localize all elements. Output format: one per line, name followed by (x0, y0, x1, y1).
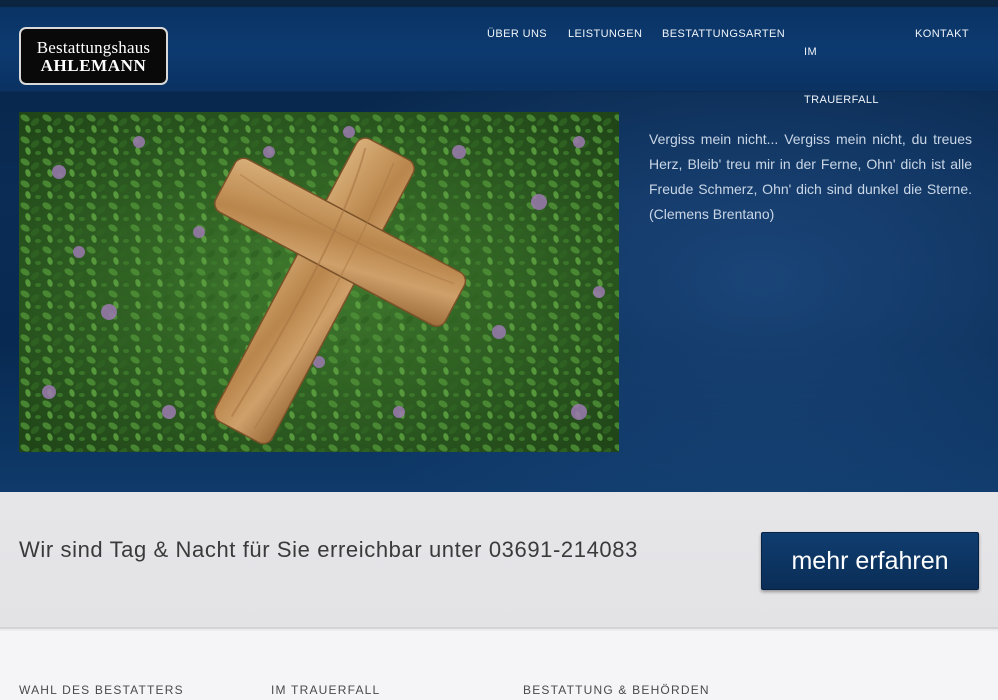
logo-line-1: Bestattungshaus (36, 38, 151, 57)
footer-heading-im-trauerfall: IM TRAUERFALL (271, 683, 381, 697)
footer-heading-bestattung-behoerden: BESTATTUNG & BEHÖRDEN (523, 683, 710, 697)
nav-ueber-uns[interactable]: ÜBER UNS (487, 28, 547, 40)
mehr-erfahren-button[interactable]: mehr erfahren (761, 532, 979, 590)
cross-on-thyme-image (19, 112, 619, 452)
footer-heading-wahl-des-bestatters: WAHL DES BESTATTERS (19, 683, 184, 697)
nav-kontakt[interactable]: KONTAKT (915, 28, 969, 40)
nav-bestattungsarten[interactable]: BESTATTUNGSARTEN (662, 28, 785, 40)
top-strip (0, 0, 998, 7)
logo-line-2: AHLEMANN (40, 56, 147, 75)
nav-im-trauerfall[interactable]: IM TRAUERFALL (804, 28, 884, 124)
site-logo[interactable]: Bestattungshaus AHLEMANN (19, 27, 168, 85)
hero-image-cross (19, 112, 619, 452)
cta-phone-text: Wir sind Tag & Nacht für Sie erreichbar … (19, 537, 638, 562)
nav-leistungen[interactable]: LEISTUNGEN (568, 28, 642, 40)
hero-quote: Vergiss mein nicht... Vergiss mein nicht… (649, 131, 972, 222)
